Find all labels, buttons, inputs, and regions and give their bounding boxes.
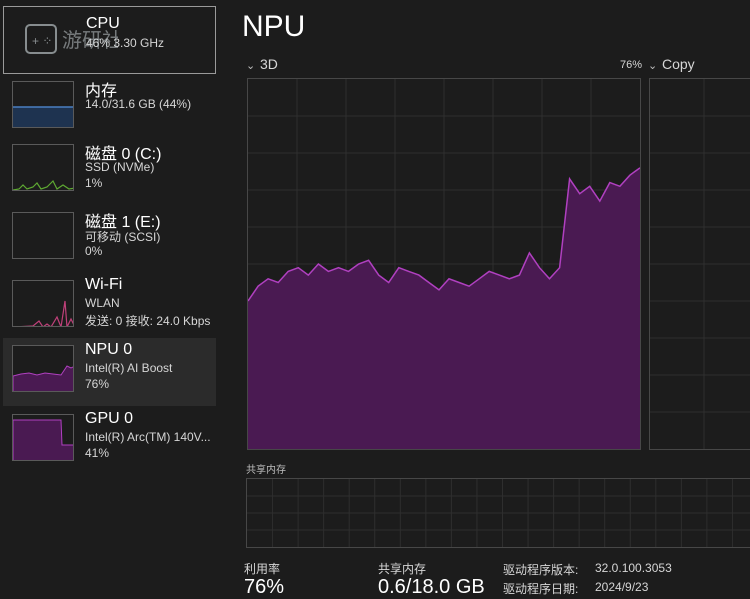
sidebar-item-usage: 0% — [85, 244, 103, 258]
shared-memory-value: 0.6/18.0 GB — [378, 576, 485, 598]
sidebar-item-label: GPU 0 — [85, 410, 134, 427]
graph-3d — [247, 78, 641, 450]
disk-1-thumbnail — [12, 212, 74, 259]
chevron-down-icon: ⌄ — [648, 60, 658, 72]
driver-version-label: 驱动程序版本: — [503, 563, 579, 577]
graph-3d-selector[interactable]: ⌄ 3D — [246, 56, 278, 72]
gpu-0-thumbnail — [12, 414, 74, 461]
wifi-thumbnail — [12, 280, 74, 327]
sidebar-item-cpu[interactable]: CPU 46% 3.30 GHz + ⁘ 游研社 — [3, 6, 216, 74]
main-panel: NPU ⌄ 3D 76% ⌄ Copy 共享内存 利用率 76% 共享内存 0.6/… — [222, 0, 750, 598]
graph-copy-label: Copy — [662, 56, 695, 72]
memory-thumbnail — [12, 81, 74, 128]
sidebar: CPU 46% 3.30 GHz + ⁘ 游研社 内存 14.0/31.6 GB… — [0, 0, 222, 598]
graph-copy — [649, 78, 750, 450]
graph-copy-selector[interactable]: ⌄ Copy — [648, 56, 695, 72]
sidebar-item-gpu-0[interactable]: GPU 0 Intel(R) Arc(TM) 140V... 41% — [3, 407, 216, 475]
sidebar-item-detail: 14.0/31.6 GB (44%) — [85, 97, 192, 111]
graph-3d-plot — [248, 79, 640, 449]
chevron-down-icon: ⌄ — [246, 60, 256, 72]
svg-text:+ ⁘: + ⁘ — [32, 34, 52, 48]
sidebar-item-detail: 可移动 (SCSI) — [85, 230, 161, 244]
shared-memory-graph — [246, 478, 750, 548]
shared-memory-label: 共享内存 — [378, 562, 427, 576]
sidebar-item-detail: SSD (NVMe) — [85, 160, 155, 174]
sidebar-item-memory[interactable]: 内存 14.0/31.6 GB (44%) — [3, 74, 216, 142]
graph-3d-max-percent: 76% — [620, 59, 643, 71]
graph-3d-label: 3D — [260, 56, 278, 72]
sidebar-item-usage: 1% — [85, 176, 103, 190]
page-title: NPU — [242, 10, 306, 43]
sidebar-item-detail: Intel(R) Arc(TM) 140V... — [85, 430, 211, 444]
sidebar-item-usage: 76% — [85, 377, 110, 391]
shared-memory-plot — [247, 479, 750, 547]
sidebar-item-disk-0[interactable]: 磁盘 0 (C:) SSD (NVMe) 1% — [3, 137, 216, 205]
sidebar-item-label: NPU 0 — [85, 341, 133, 358]
disk-0-thumbnail — [12, 144, 74, 191]
sidebar-item-disk-1[interactable]: 磁盘 1 (E:) 可移动 (SCSI) 0% — [3, 205, 216, 273]
sidebar-item-throughput: 发送: 0 接收: 24.0 Kbps — [85, 314, 211, 328]
utilization-value: 76% — [244, 576, 285, 598]
graph-copy-plot — [650, 79, 750, 449]
sidebar-item-usage: 41% — [85, 446, 110, 460]
driver-date-value: 2024/9/23 — [595, 580, 649, 594]
driver-date-label: 驱动程序日期: — [503, 582, 579, 596]
driver-version-value: 32.0.100.3053 — [595, 561, 672, 575]
svg-text:游研社: 游研社 — [62, 28, 118, 52]
npu-0-thumbnail — [12, 345, 74, 392]
sidebar-item-detail: WLAN — [85, 296, 120, 310]
watermark-logo: + ⁘ 游研社 — [25, 24, 118, 54]
sidebar-item-npu-0[interactable]: NPU 0 Intel(R) AI Boost 76% — [3, 338, 216, 406]
sidebar-item-wifi[interactable]: Wi-Fi WLAN 发送: 0 接收: 24.0 Kbps — [3, 273, 216, 341]
utilization-label: 利用率 — [244, 562, 281, 576]
sidebar-item-label: Wi-Fi — [85, 276, 123, 293]
shared-memory-graph-label: 共享内存 — [246, 465, 286, 476]
sidebar-item-detail: Intel(R) AI Boost — [85, 361, 173, 375]
